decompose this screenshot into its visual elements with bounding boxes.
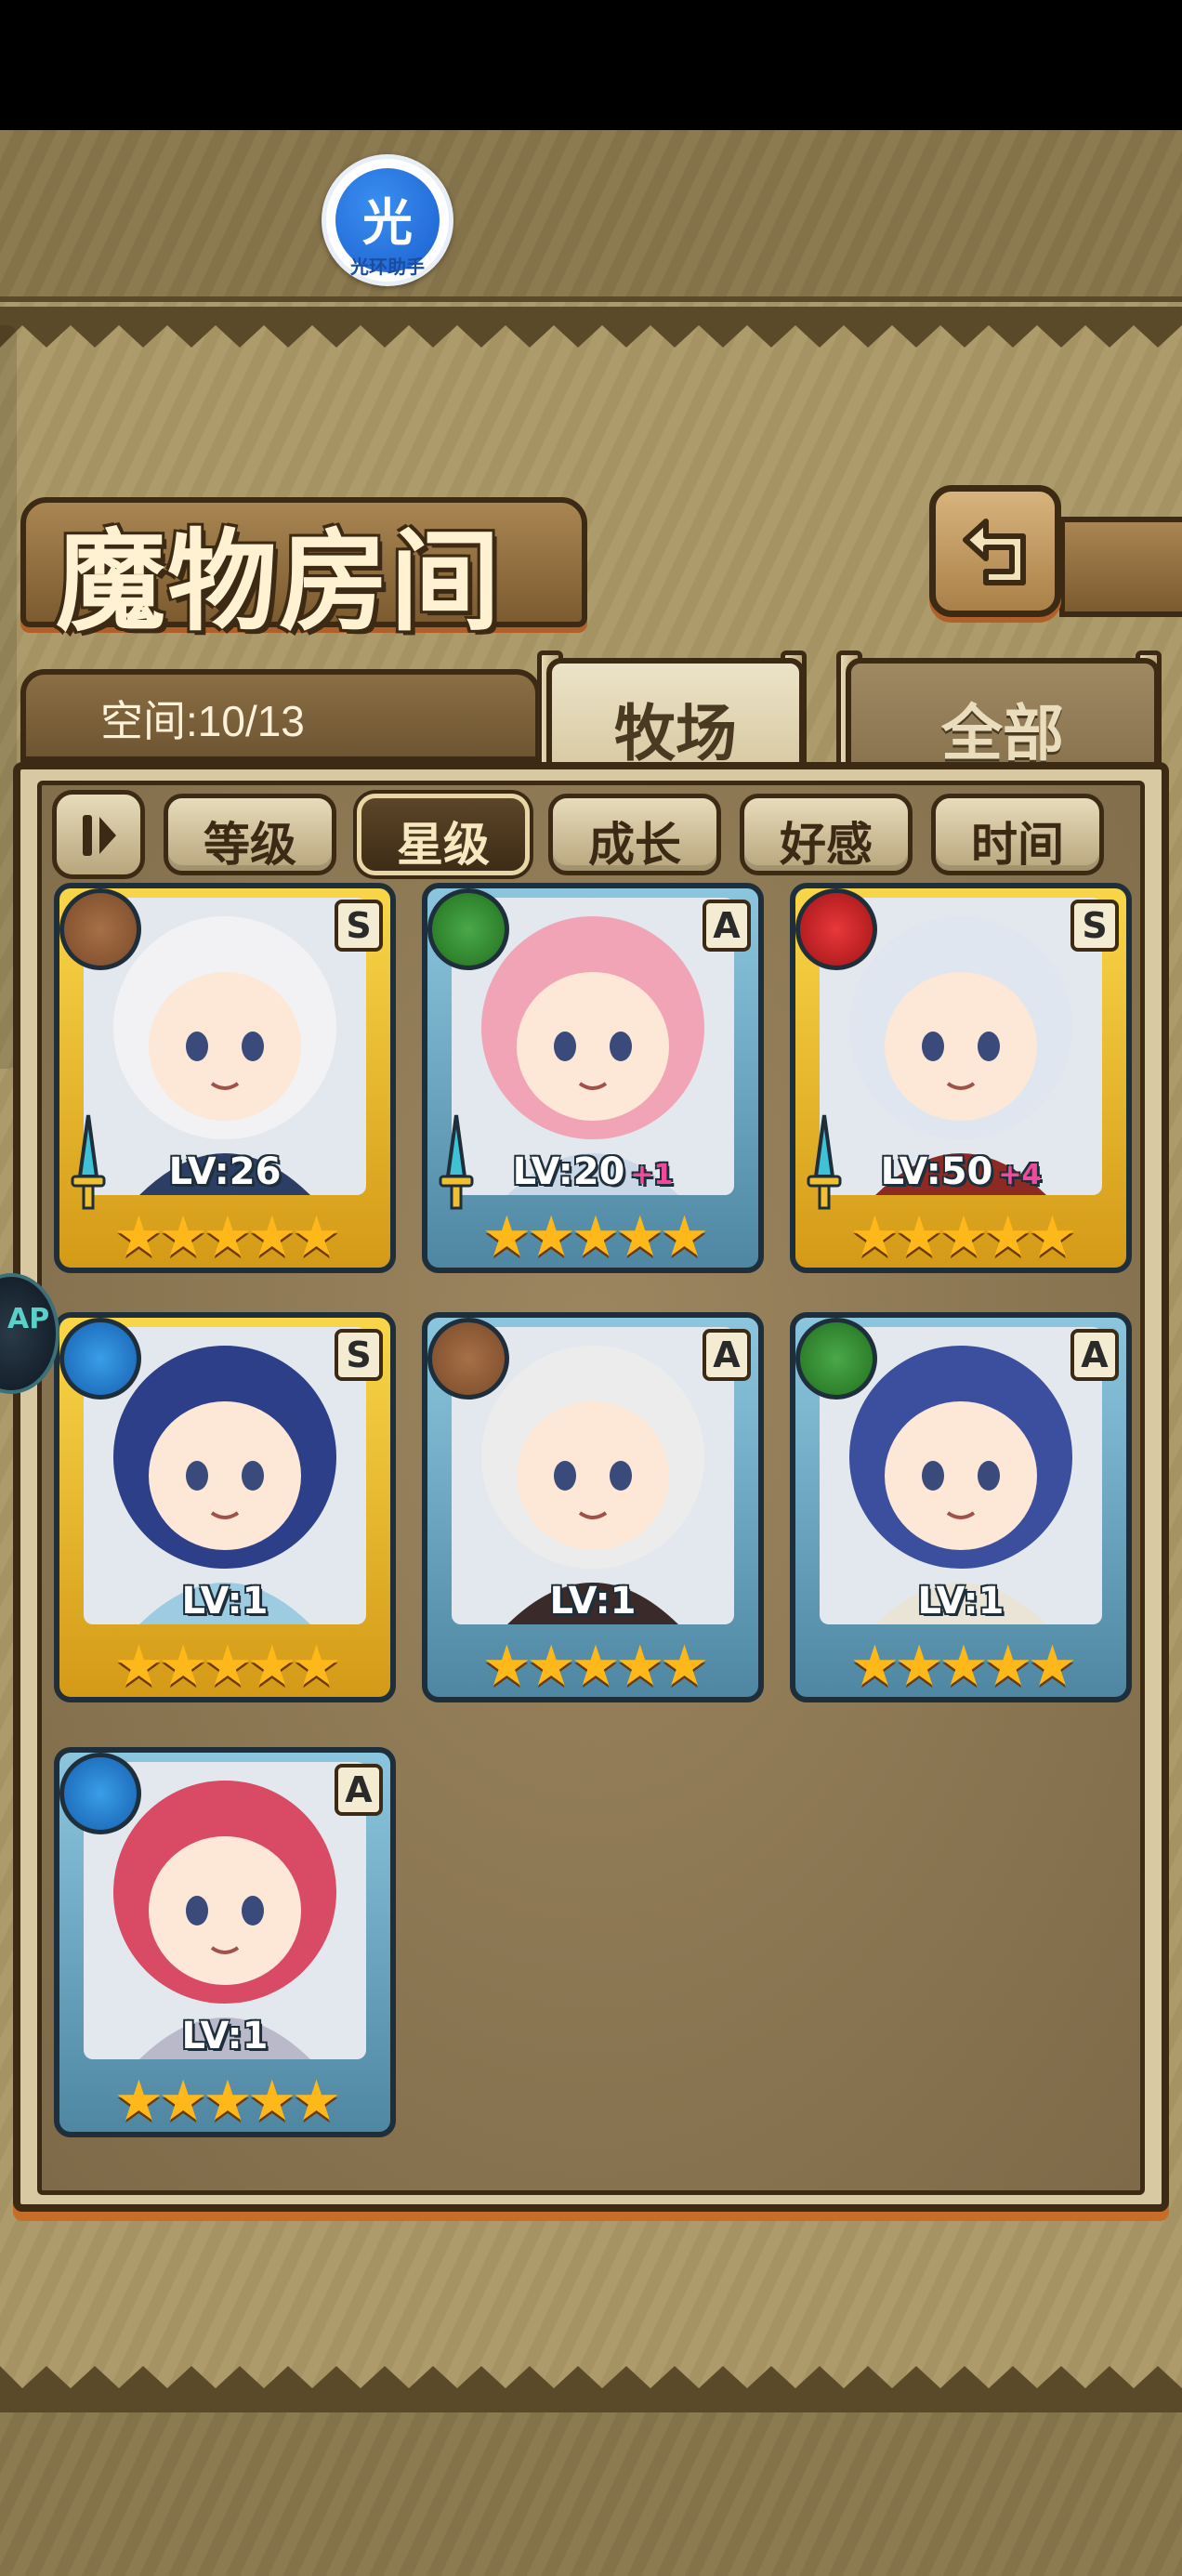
level-text: LV:20 [512, 1150, 625, 1193]
sort-star-button[interactable]: 星级 [357, 794, 530, 875]
monster-card[interactable]: A LV:1 ★★★★★ [790, 1312, 1132, 1702]
sort-affection-label: 好感 [780, 817, 873, 872]
sort-growth-button[interactable]: 成长 [548, 794, 721, 875]
sort-growth-label: 成长 [588, 817, 681, 872]
rank-badge: A [703, 1329, 751, 1381]
bottom-band [0, 2407, 1182, 2576]
tab-ranch-label: 牧场 [614, 697, 737, 769]
water-element-icon [59, 1753, 141, 1834]
level-bonus: +1 [630, 1159, 674, 1191]
tab-all[interactable]: 全部 [846, 658, 1160, 769]
level-text: LV:1 [181, 1580, 269, 1623]
water-element-icon [59, 1318, 141, 1400]
monster-level: LV:1 [795, 1580, 1126, 1623]
sort-affection-button[interactable]: 好感 [740, 794, 913, 875]
monster-card[interactable]: A LV:1 ★★★★★ [54, 1747, 396, 2137]
helper-assistant-button[interactable]: 光 光环助手 [322, 154, 453, 286]
earth-element-icon [427, 1318, 509, 1400]
star-rating: ★★★★★ [849, 1204, 1078, 1269]
sort-level-label: 等级 [204, 817, 296, 872]
status-bar [0, 0, 1182, 130]
sort-order-icon [83, 815, 116, 856]
rank-badge: S [1070, 900, 1119, 952]
tab-all-label: 全部 [941, 697, 1064, 769]
top-band [0, 130, 1182, 302]
star-rating: ★★★★★ [481, 1204, 710, 1269]
fire-element-icon [795, 888, 877, 970]
sort-level-button[interactable]: 等级 [164, 794, 336, 875]
rank-badge: A [1070, 1329, 1119, 1381]
monster-level: LV:26 [59, 1150, 390, 1193]
zigzag-border-top [0, 307, 1182, 348]
level-text: LV:50 [880, 1150, 993, 1193]
level-text: LV:1 [181, 2015, 269, 2057]
back-strip [1059, 517, 1182, 617]
level-bonus: +4 [998, 1159, 1042, 1191]
monster-card[interactable]: S LV:50 +4 ★★★★★ [790, 883, 1132, 1273]
back-arrow-icon [963, 519, 1026, 585]
monster-level: LV:50 +4 [795, 1150, 1126, 1193]
sort-time-button[interactable]: 时间 [931, 794, 1104, 875]
rank-badge: S [335, 1329, 383, 1381]
star-rating: ★★★★★ [481, 1634, 710, 1699]
page-title: 魔物房间 [56, 517, 503, 646]
floating-widget-label: AP [7, 1303, 50, 1335]
monster-card[interactable]: A LV:20 +1 ★★★★★ [422, 883, 764, 1273]
wood-element-icon [795, 1318, 877, 1400]
rank-badge: A [335, 1764, 383, 1816]
monster-card[interactable]: S LV:1 ★★★★★ [54, 1312, 396, 1702]
monster-card[interactable]: S LV:26 ★★★★★ [54, 883, 396, 1273]
monster-level: LV:1 [59, 1580, 390, 1623]
earth-element-icon [59, 888, 141, 970]
space-counter: 空间:10/13 [100, 697, 305, 745]
tab-ranch[interactable]: 牧场 [546, 658, 805, 769]
back-button[interactable] [929, 485, 1061, 617]
star-rating: ★★★★★ [849, 1634, 1078, 1699]
monster-level: LV:1 [427, 1580, 758, 1623]
sort-star-label: 星级 [397, 817, 490, 872]
monster-card[interactable]: A LV:1 ★★★★★ [422, 1312, 764, 1702]
star-rating: ★★★★★ [113, 1634, 342, 1699]
wood-element-icon [427, 888, 509, 970]
level-text: LV:1 [917, 1580, 1005, 1623]
helper-label: 光环助手 [350, 256, 425, 278]
zigzag-border-bottom [0, 2366, 1182, 2407]
rank-badge: S [335, 900, 383, 952]
star-rating: ★★★★★ [113, 2069, 342, 2134]
sort-order-toggle-button[interactable] [52, 790, 145, 879]
sort-time-label: 时间 [971, 817, 1064, 872]
monster-level: LV:1 [59, 2015, 390, 2057]
rank-badge: A [703, 900, 751, 952]
level-text: LV:26 [168, 1150, 282, 1193]
star-rating: ★★★★★ [113, 1204, 342, 1269]
level-text: LV:1 [549, 1580, 637, 1623]
monster-level: LV:20 +1 [427, 1150, 758, 1193]
